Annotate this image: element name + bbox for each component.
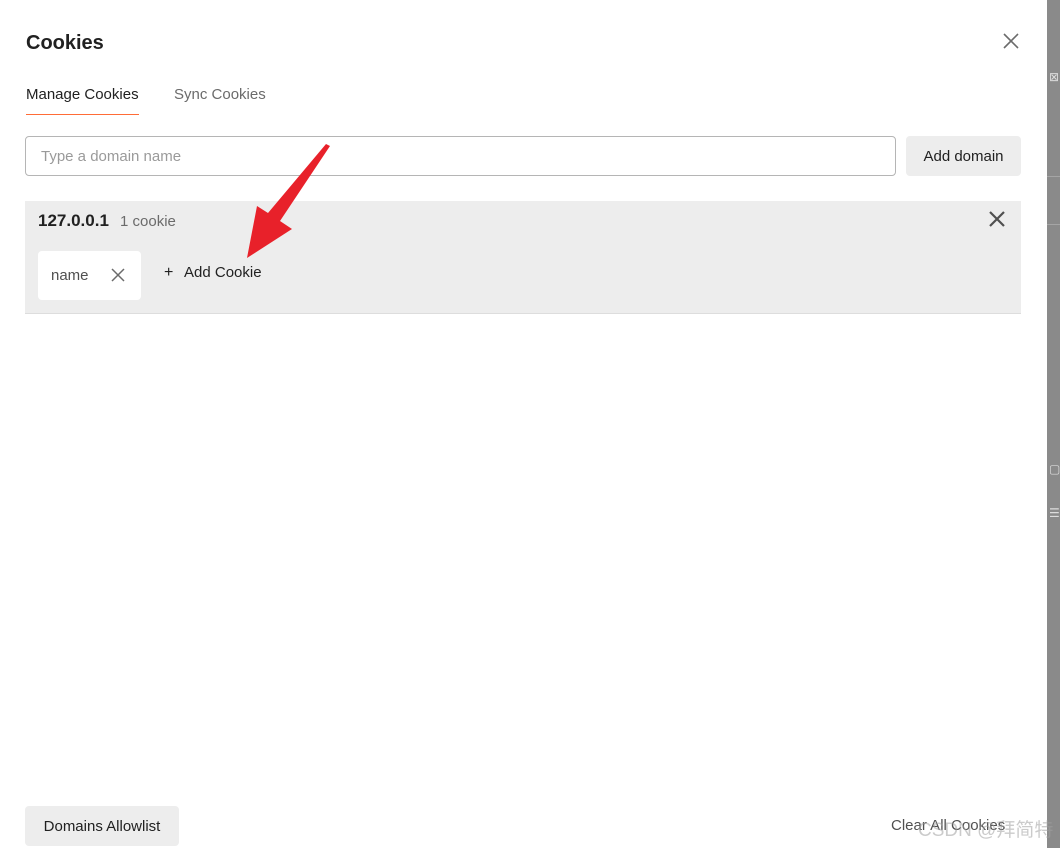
tab-manage-cookies[interactable]: Manage Cookies [26, 84, 139, 115]
dialog-title: Cookies [26, 32, 104, 54]
domain-name: 127.0.0.1 [38, 211, 109, 230]
background-app-edge: ⊠ ▢ ☰ [1047, 0, 1060, 848]
watermark: CSDN @拜简特 [918, 820, 1054, 841]
add-cookie-button[interactable]: + Add Cookie [164, 262, 262, 284]
background-icon: ☰ [1049, 506, 1060, 520]
domain-card: 127.0.0.1 1 cookie name + Add Cookie [25, 201, 1021, 314]
cookie-name: name [51, 267, 89, 284]
background-icon: ⊠ [1049, 70, 1060, 84]
cookie-count: 1 cookie [120, 213, 176, 230]
domains-allowlist-button[interactable]: Domains Allowlist [25, 806, 179, 846]
cookies-dialog: Cookies Manage Cookies Sync Cookies Add … [0, 0, 1047, 848]
plus-icon: + [164, 264, 174, 281]
add-cookie-label: Add Cookie [184, 264, 262, 281]
remove-cookie-icon[interactable] [109, 266, 127, 284]
add-domain-button[interactable]: Add domain [906, 136, 1021, 176]
tab-sync-cookies[interactable]: Sync Cookies [174, 84, 266, 106]
remove-domain-icon[interactable] [987, 209, 1007, 229]
domain-name-input[interactable] [25, 136, 896, 176]
close-icon[interactable] [999, 29, 1023, 53]
background-icon: ▢ [1049, 462, 1060, 476]
cookie-chip[interactable]: name [38, 251, 141, 300]
